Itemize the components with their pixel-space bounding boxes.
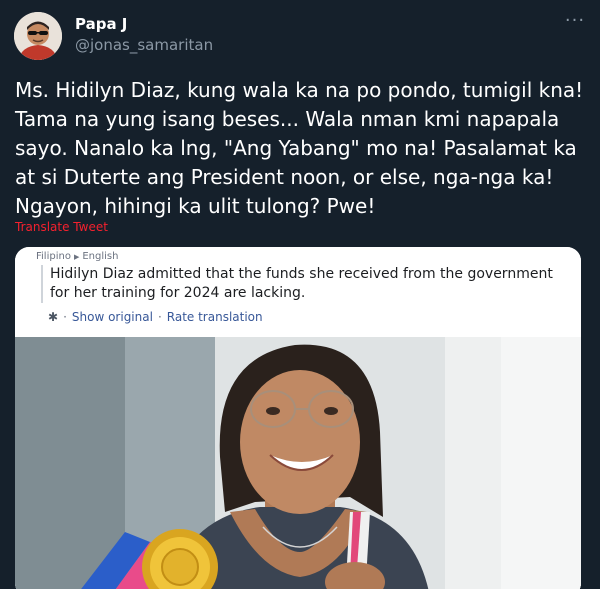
translation-box: Filipino ▶ English Hidilyn Diaz admitted… <box>15 247 581 337</box>
tweet: Papa J @jonas_samaritan ··· Ms. Hidilyn … <box>0 0 600 589</box>
arrow-right-icon: ▶ <box>73 252 80 261</box>
translate-tweet-link[interactable]: Translate Tweet <box>15 220 108 234</box>
separator: · <box>63 310 67 324</box>
rate-translation-link[interactable]: Rate translation <box>167 310 263 324</box>
tweet-text: Ms. Hidilyn Diaz, kung wala ka na po pon… <box>15 78 584 218</box>
athlete-photo <box>15 337 581 589</box>
separator: · <box>157 310 162 324</box>
display-name[interactable]: Papa J <box>75 15 127 33</box>
more-horizontal-icon[interactable]: ··· <box>562 12 588 34</box>
avatar[interactable] <box>14 12 62 60</box>
source-language: Filipino <box>36 251 71 262</box>
user-handle[interactable]: @jonas_samaritan <box>75 36 213 54</box>
translated-text: Hidilyn Diaz admitted that the funds she… <box>41 265 561 303</box>
target-language: English <box>82 251 119 262</box>
show-original-link[interactable]: Show original <box>72 310 153 324</box>
gear-icon: ✱ <box>48 310 59 324</box>
embedded-image[interactable]: Filipino ▶ English Hidilyn Diaz admitted… <box>15 247 581 589</box>
language-indicator: Filipino ▶ English <box>36 251 118 262</box>
translation-actions: ✱ · Show original · Rate translation <box>48 310 263 324</box>
